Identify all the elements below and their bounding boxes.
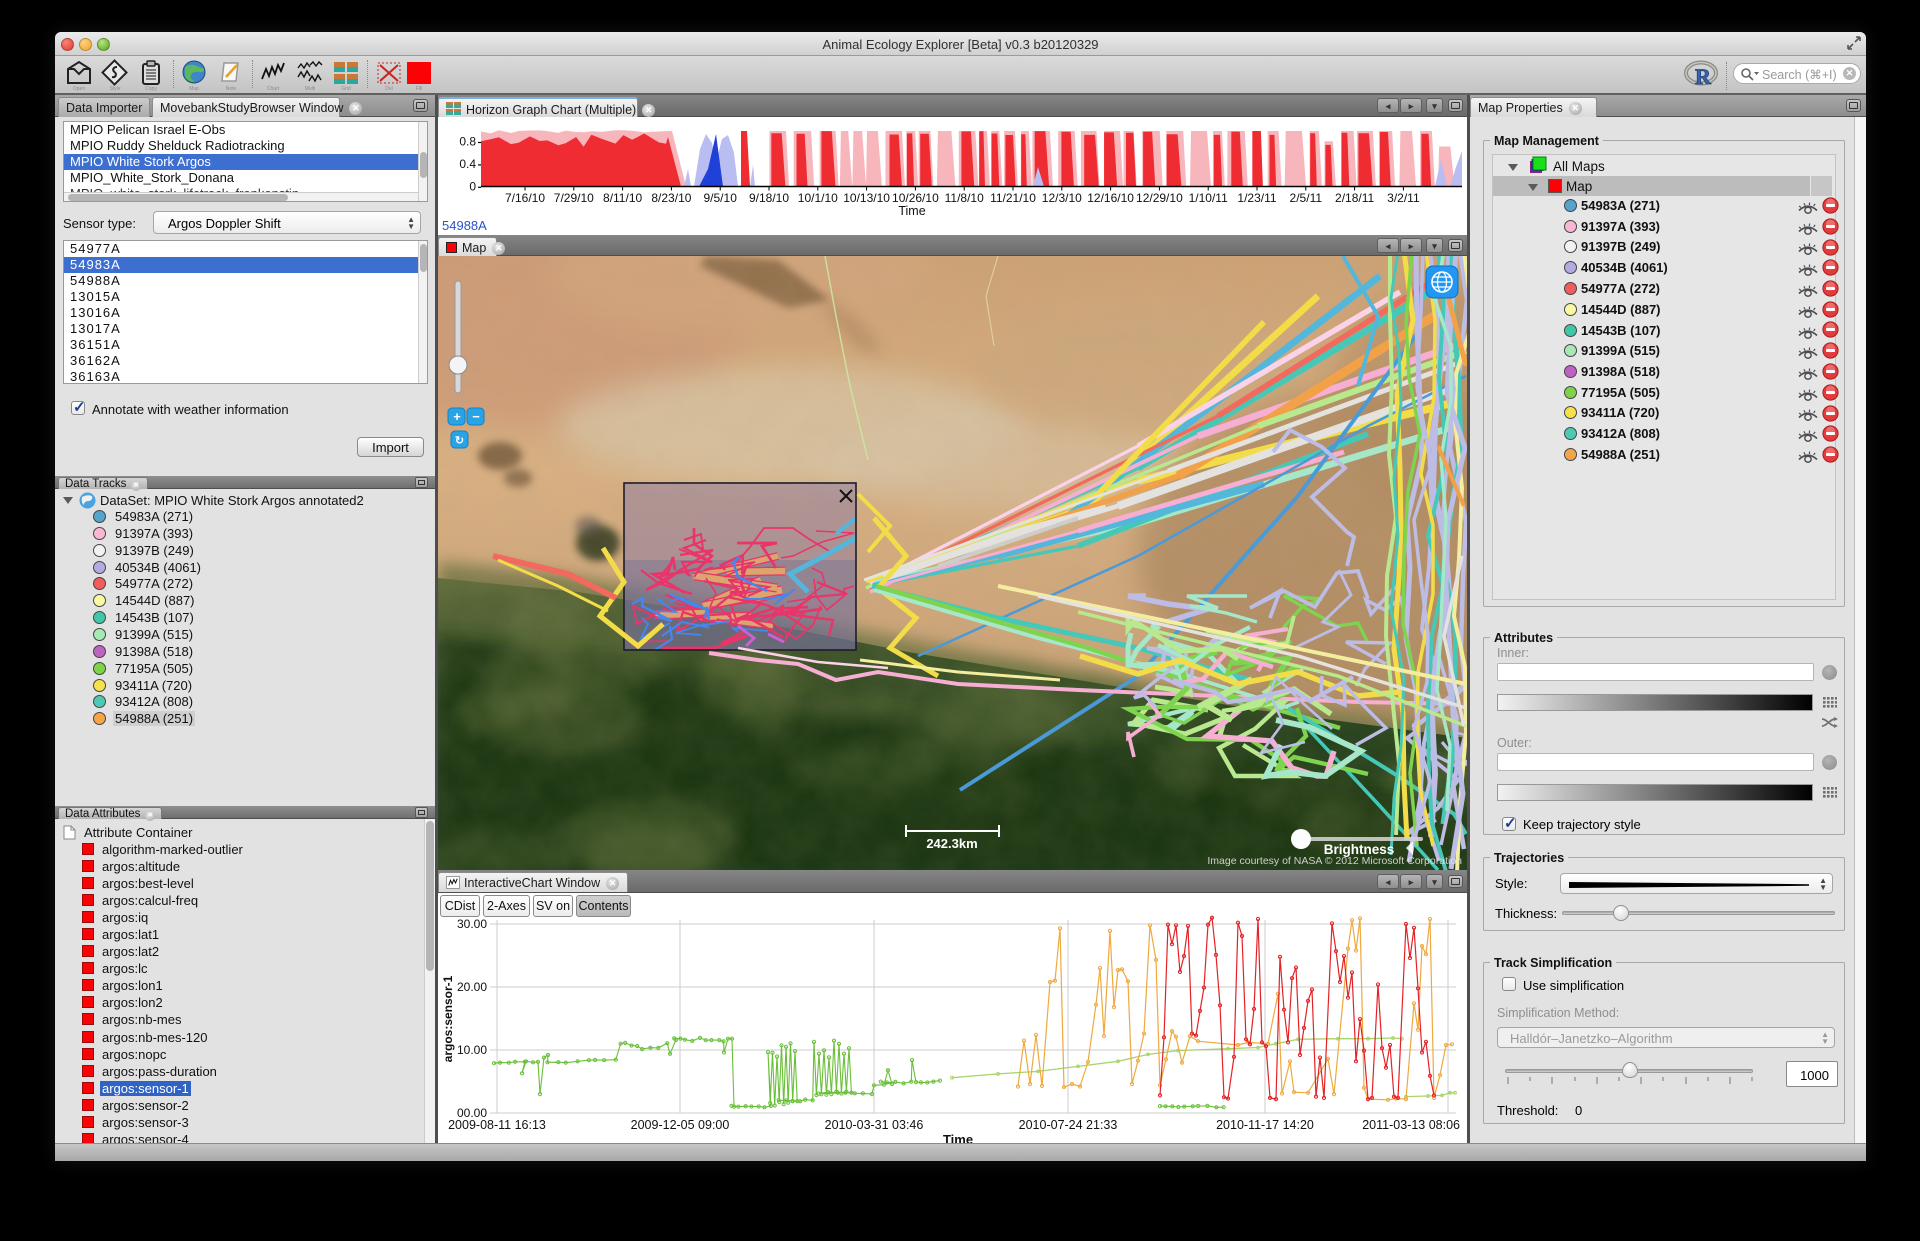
svg-text:242.3km: 242.3km [926,836,977,851]
svg-text:54988A: 54988A [442,218,487,233]
svg-text:1/10/11: 1/10/11 [1189,191,1228,205]
svg-text:8/11/10: 8/11/10 [603,191,642,205]
svg-text:2009-08-11 16:13: 2009-08-11 16:13 [448,1118,546,1132]
svg-text:2010-07-24 21:33: 2010-07-24 21:33 [1019,1118,1118,1132]
svg-text:11/21/10: 11/21/10 [990,191,1036,205]
svg-text:2009-12-05 09:00: 2009-12-05 09:00 [631,1118,730,1132]
svg-text:2011-03-13 08:06: 2011-03-13 08:06 [1362,1118,1460,1132]
svg-text:20.00: 20.00 [457,980,487,994]
svg-text:7/29/10: 7/29/10 [554,191,594,205]
svg-text:↻: ↻ [455,435,464,447]
svg-text:2010-11-17 14:20: 2010-11-17 14:20 [1216,1118,1314,1132]
svg-text:10/13/10: 10/13/10 [843,191,890,205]
svg-text:2/5/11: 2/5/11 [1290,191,1323,205]
svg-text:10.00: 10.00 [457,1043,487,1057]
svg-text:−: − [472,409,480,424]
svg-text:10/26/10: 10/26/10 [892,191,939,205]
svg-text:0: 0 [469,180,476,194]
svg-text:3/2/11: 3/2/11 [1387,191,1420,205]
svg-text:Image courtesy of NASA © 2012: Image courtesy of NASA © 2012 Microsoft … [1207,855,1462,867]
svg-text:2010-03-31 03:46: 2010-03-31 03:46 [825,1118,924,1132]
svg-text:2/18/11: 2/18/11 [1335,191,1374,205]
svg-text:1/23/11: 1/23/11 [1237,191,1276,205]
svg-text:0.8: 0.8 [459,135,476,149]
svg-text:+: + [453,409,461,424]
svg-text:9/5/10: 9/5/10 [704,191,738,205]
svg-text:Time: Time [898,204,925,218]
svg-text:8/23/10: 8/23/10 [651,191,691,205]
svg-text:10/1/10: 10/1/10 [798,191,838,205]
svg-text:12/29/10: 12/29/10 [1136,191,1183,205]
svg-text:R: R [1695,64,1712,89]
svg-text:9/18/10: 9/18/10 [749,191,789,205]
svg-text:30.00: 30.00 [457,917,487,931]
svg-text:11/8/10: 11/8/10 [945,191,984,205]
svg-text:argos:sensor-1: argos:sensor-1 [441,975,455,1062]
svg-text:0.4: 0.4 [459,157,476,171]
svg-text:7/16/10: 7/16/10 [505,191,545,205]
svg-text:12/16/10: 12/16/10 [1087,191,1134,205]
svg-text:12/3/10: 12/3/10 [1042,191,1082,205]
